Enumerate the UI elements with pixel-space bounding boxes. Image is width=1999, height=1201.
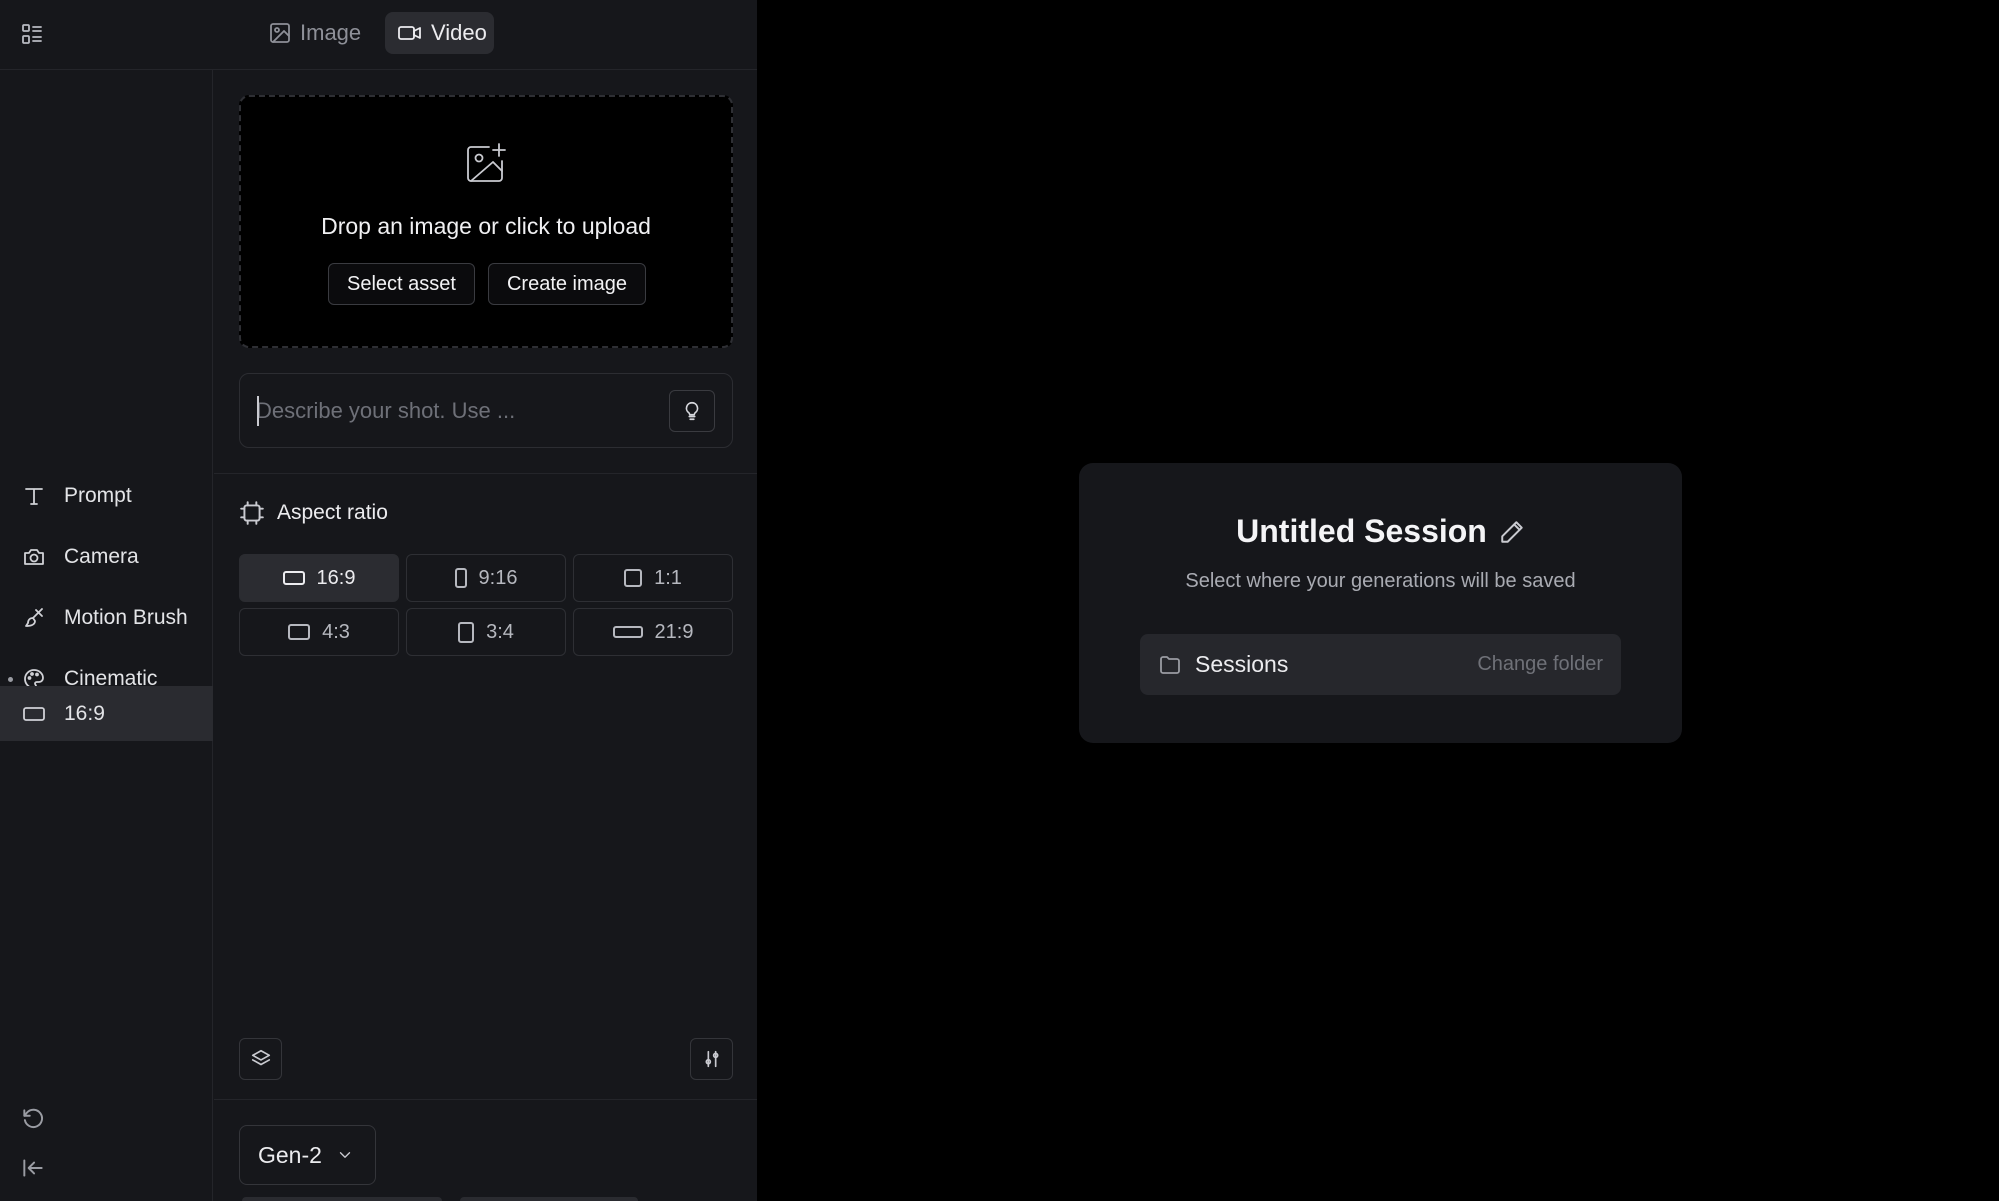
crop-icon	[239, 500, 265, 526]
image-add-icon	[463, 141, 509, 187]
prompt-input[interactable]	[256, 392, 646, 430]
top-bar: Image Video	[0, 0, 757, 70]
brush-icon	[22, 606, 46, 630]
ratio-option-1-1[interactable]: 1:1	[573, 554, 733, 602]
tab-image[interactable]: Image	[256, 12, 374, 54]
session-title-row: Untitled Session	[1079, 513, 1682, 550]
text-cursor	[257, 396, 259, 426]
ratio-icon	[22, 702, 46, 726]
ratio-wide-icon	[612, 626, 643, 638]
text-icon	[22, 484, 46, 508]
video-icon	[397, 21, 423, 45]
section-divider	[214, 473, 757, 474]
aspect-ratio-title: Aspect ratio	[277, 501, 388, 524]
sidebar-item-camera[interactable]: Camera	[0, 530, 213, 584]
ratio-option-label: 9:16	[478, 566, 518, 589]
camera-icon	[22, 545, 46, 569]
sidebar-item-label: 16:9	[64, 701, 105, 725]
tab-video-label: Video	[431, 20, 487, 45]
sidebar-item-prompt[interactable]: Prompt	[0, 469, 213, 523]
pencil-icon[interactable]	[1499, 519, 1525, 545]
session-title[interactable]: Untitled Session	[1236, 513, 1487, 550]
ratio-option-21-9[interactable]: 21:9	[573, 608, 733, 656]
sidebar: Prompt Camera Motion Brush Cinematic 16:…	[0, 70, 213, 1201]
layers-button[interactable]	[239, 1038, 282, 1080]
prompt-box	[239, 373, 733, 448]
sidebar-item-label: Motion Brush	[64, 606, 188, 629]
sidebar-item-label: Camera	[64, 545, 139, 568]
ratio-option-label: 4:3	[322, 620, 350, 643]
session-card: Untitled Session Select where your gener…	[1079, 463, 1682, 743]
create-image-button[interactable]: Create image	[488, 263, 646, 305]
sidebar-item-motion-brush[interactable]: Motion Brush	[0, 591, 213, 645]
ratio-option-16-9[interactable]: 16:9	[239, 554, 399, 602]
ratio-square-icon	[624, 569, 643, 587]
ratio-option-4-3[interactable]: 4:3	[239, 608, 399, 656]
folder-icon	[1158, 653, 1182, 677]
sidebar-item-label: Prompt	[64, 484, 132, 507]
undo-icon[interactable]	[20, 1106, 46, 1132]
tab-video[interactable]: Video	[385, 12, 494, 54]
change-folder-link[interactable]: Change folder	[1477, 653, 1603, 676]
scroll-hint-bar	[460, 1197, 638, 1201]
ratio-option-label: 3:4	[486, 620, 514, 643]
collapse-panel-icon[interactable]	[20, 1155, 46, 1181]
ratio-portrait-icon	[458, 621, 475, 643]
model-select[interactable]: Gen-2	[239, 1125, 376, 1185]
aspect-ratio-header: Aspect ratio	[239, 500, 388, 526]
layers-icon	[250, 1048, 272, 1070]
ratio-option-label: 1:1	[654, 566, 682, 589]
ratio-landscape-icon	[282, 571, 305, 585]
folder-name: Sessions	[1195, 651, 1289, 677]
session-subtitle: Select where your generations will be sa…	[1185, 570, 1576, 592]
left-panel: Image Video Prompt Camera Motion Brush C…	[0, 0, 757, 1201]
section-divider	[214, 1099, 757, 1100]
ratio-option-label: 21:9	[654, 620, 694, 643]
sidebar-item-aspect-ratio[interactable]: 16:9	[0, 686, 213, 741]
ratio-portrait-icon	[454, 568, 467, 588]
ratio-option-9-16[interactable]: 9:16	[406, 554, 566, 602]
image-icon	[268, 21, 292, 45]
lightbulb-icon	[681, 400, 703, 422]
ratio-landscape-icon	[288, 624, 311, 640]
ratio-option-label: 16:9	[316, 566, 356, 589]
indicator-dot	[8, 677, 13, 682]
chevron-down-icon	[336, 1146, 354, 1164]
select-asset-button[interactable]: Select asset	[328, 263, 475, 305]
prompt-idea-button[interactable]	[669, 390, 715, 432]
folder-selector[interactable]: Sessions Change folder	[1140, 634, 1621, 695]
ratio-option-3-4[interactable]: 3:4	[406, 608, 566, 656]
adjustments-icon	[701, 1048, 723, 1070]
tab-image-label: Image	[300, 20, 362, 45]
image-upload-dropzone[interactable]: Drop an image or click to upload Select …	[239, 95, 733, 348]
model-select-value: Gen-2	[258, 1141, 322, 1168]
grid-menu-icon[interactable]	[18, 20, 46, 48]
settings-button[interactable]	[690, 1038, 733, 1080]
upload-instructions: Drop an image or click to upload	[321, 213, 651, 239]
scroll-hint-bar	[242, 1197, 442, 1201]
